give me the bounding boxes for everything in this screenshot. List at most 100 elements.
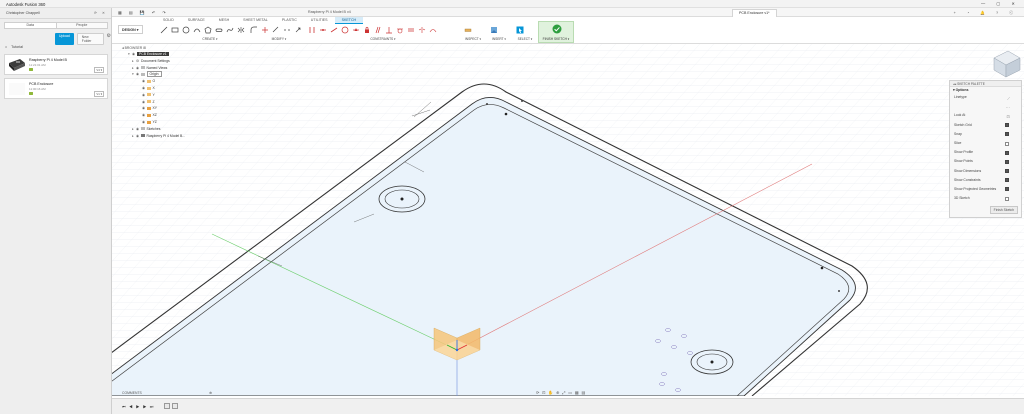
concentric-constraint-icon[interactable] [341, 26, 349, 34]
show-dimensions-row[interactable]: Show Dimensions [950, 167, 1021, 176]
insert-image-icon[interactable] [490, 26, 498, 34]
collinear-constraint-icon[interactable] [330, 26, 338, 34]
tab-pcb-enclosure-doc[interactable]: PCB Enclosure v1* [732, 9, 777, 17]
comments-panel[interactable]: COMMENTS ⊕ [122, 390, 212, 396]
new-folder-button[interactable]: New Folder [76, 33, 104, 45]
circle-tool-icon[interactable] [182, 26, 190, 34]
browser-node-sketches[interactable]: ▸ ◉ Sketches [122, 126, 212, 133]
user-name[interactable]: Christopher Chappell [6, 11, 40, 15]
rectangle-tool-icon[interactable] [171, 26, 179, 34]
polygon-tool-icon[interactable] [204, 26, 212, 34]
browser-node-root[interactable]: ▾ ◉ PCB Enclosure v1 [122, 51, 212, 58]
upload-button[interactable]: Upload [55, 33, 74, 45]
version-badge[interactable]: V4 ▾ [94, 67, 104, 73]
browser-node-named-views[interactable]: ▸ ◉ Named Views [122, 65, 212, 72]
sketch-point[interactable] [820, 266, 824, 270]
tab-surface[interactable]: SURFACE [181, 17, 212, 24]
perpendicular-constraint-icon[interactable] [385, 26, 393, 34]
browser-node-document-settings[interactable]: ▸ ⚙ Document Settings [122, 58, 212, 65]
browser-node-y-axis[interactable]: ◉ Y [122, 92, 212, 99]
canvas-viewport[interactable] [112, 44, 1024, 396]
browser-node-yz-plane[interactable]: ◉ YZ [122, 119, 212, 126]
select-cursor-icon[interactable] [516, 26, 524, 34]
comments-add-icon[interactable]: ⊕ [209, 390, 212, 396]
symmetry-constraint-icon[interactable] [418, 26, 426, 34]
panel-refresh-close-icons[interactable]: ⟳ ✕ [94, 11, 107, 15]
curvature-constraint-icon[interactable] [429, 26, 437, 34]
show-points-row[interactable]: Show Points [950, 157, 1021, 166]
3d-sketch-checkbox[interactable] [1005, 196, 1009, 201]
show-constraints-row[interactable]: Show Constraints [950, 176, 1021, 185]
tab-sheet-metal[interactable]: SHEET METAL [236, 17, 275, 24]
sketch-canvas[interactable] [112, 44, 1024, 396]
look-at-row[interactable]: Look At ⊡ [950, 111, 1021, 120]
break-tool-icon[interactable] [283, 26, 291, 34]
create-menu[interactable]: CREATE ▾ [160, 37, 260, 41]
coincident-constraint-icon[interactable] [319, 26, 327, 34]
sketch-point[interactable] [521, 100, 523, 102]
tab-people[interactable]: People [55, 23, 108, 28]
linetype-row-2[interactable]: ⋯ [950, 102, 1021, 111]
tab-data[interactable]: Data [5, 23, 56, 28]
timeline-controls[interactable]: ⏮◀▶▶⏭ [122, 404, 157, 409]
tab-plastic[interactable]: PLASTIC [275, 17, 304, 24]
equal-constraint-icon[interactable] [407, 26, 415, 34]
tangent-constraint-icon[interactable] [396, 26, 404, 34]
show-profile-row[interactable]: Show Profile [950, 148, 1021, 157]
inspect-menu[interactable]: INSPECT ▾ [464, 37, 482, 41]
horizontal-constraint-icon[interactable] [308, 26, 316, 34]
breadcrumb-folder[interactable]: Tutorial [11, 45, 23, 49]
home-icon[interactable]: ⌂ [5, 45, 7, 49]
line-tool-icon[interactable] [160, 26, 168, 34]
file-card-raspberry-pi[interactable]: Raspberry Pi 4 Model B 11:21:01 AM V4 ▾ [4, 54, 108, 75]
sketch-grid-row[interactable]: Sketch Grid [950, 121, 1021, 130]
show-constraints-checkbox[interactable] [1005, 178, 1009, 183]
snap-row[interactable]: Snap [950, 130, 1021, 139]
sketch-point[interactable] [486, 103, 488, 105]
show-points-checkbox[interactable] [1005, 159, 1009, 164]
display-settings-icon[interactable]: ▭ [568, 390, 575, 395]
viewports-icon[interactable]: ▤ [581, 390, 588, 395]
pan-icon[interactable]: ✋ [548, 390, 556, 395]
tab-sketch[interactable]: SKETCH [334, 17, 364, 24]
palette-finish-sketch-button[interactable]: Finish Sketch [989, 206, 1018, 214]
version-badge[interactable]: V1 ▾ [94, 91, 104, 97]
tab-raspberry-pi-doc[interactable]: Raspberry Pi 4 Model B v4 [302, 9, 357, 17]
browser-node-xy-plane[interactable]: ◉ XY [122, 105, 212, 112]
arc-tool-icon[interactable] [193, 26, 201, 34]
slice-checkbox[interactable] [1005, 141, 1009, 146]
browser-node-xz-plane[interactable]: ◉ XZ [122, 112, 212, 119]
show-projected-geometries-checkbox[interactable] [1005, 187, 1009, 192]
fix-constraint-icon[interactable] [363, 26, 371, 34]
show-dimensions-checkbox[interactable] [1005, 169, 1009, 174]
header-right-icons[interactable]: + ◔ 🔔 ? ⓒ [954, 10, 1018, 16]
spline-tool-icon[interactable] [226, 26, 234, 34]
measure-icon[interactable] [464, 26, 472, 34]
constraints-menu[interactable]: CONSTRAINTS ▾ [308, 37, 458, 41]
fillet-tool-icon[interactable] [250, 26, 258, 34]
3d-sketch-row[interactable]: 3D Sketch [950, 194, 1021, 203]
slice-row[interactable]: Slice [950, 139, 1021, 148]
slot-tool-icon[interactable] [215, 26, 223, 34]
sketch-grid-checkbox[interactable] [1005, 123, 1009, 128]
browser-node-x-axis[interactable]: ◉ X [122, 85, 212, 92]
select-menu[interactable]: SELECT ▾ [516, 37, 534, 41]
browser-node-origin[interactable]: ▾ ◉ Origin [122, 71, 212, 78]
linetype-row[interactable]: Linetype ⟋ [950, 93, 1021, 102]
tab-mesh[interactable]: MESH [212, 17, 236, 24]
scale-tool-icon[interactable] [294, 26, 302, 34]
insert-menu[interactable]: INSERT ▾ [490, 37, 508, 41]
midpoint-constraint-icon[interactable] [352, 26, 360, 34]
workspace-switcher[interactable]: DESIGN ▾ [118, 25, 143, 34]
trim-tool-icon[interactable] [261, 26, 269, 34]
show-profile-checkbox[interactable] [1005, 150, 1009, 155]
show-projected-geometries-row[interactable]: Show Projected Geometries [950, 185, 1021, 194]
extend-tool-icon[interactable] [272, 26, 280, 34]
sketch-point[interactable] [504, 112, 508, 116]
finish-sketch-button[interactable]: FINISH SKETCH ▾ [538, 21, 574, 43]
snap-checkbox[interactable] [1005, 132, 1009, 137]
gear-icon[interactable]: ⚙ [107, 33, 111, 45]
parallel-constraint-icon[interactable] [374, 26, 382, 34]
timeline-feature-sketch[interactable] [172, 402, 178, 409]
tab-solid[interactable]: SOLID [156, 17, 181, 24]
